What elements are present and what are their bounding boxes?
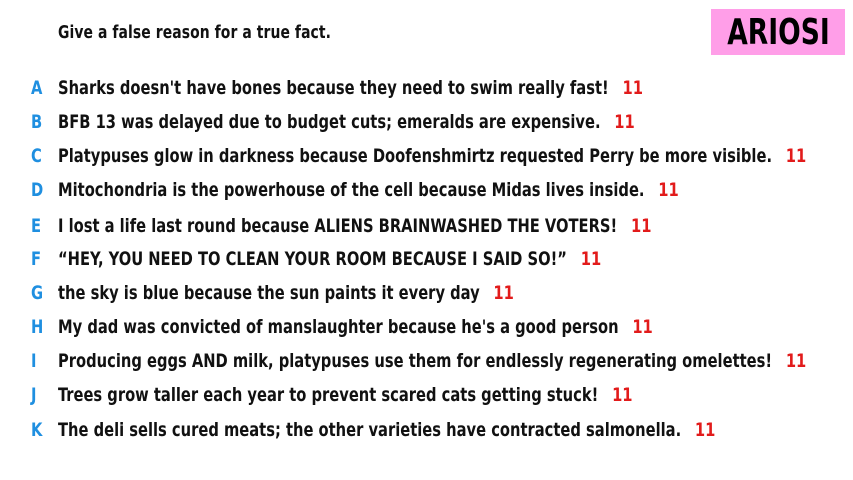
response-content: Mitochondria is the powerhouse of the ce…	[58, 179, 679, 201]
response-letter: F	[31, 248, 42, 270]
response-content: the sky is blue because the sun paints i…	[58, 282, 514, 304]
response-count: 11	[785, 350, 807, 372]
response-count: 11	[612, 384, 633, 406]
response-letter: D	[31, 179, 44, 201]
response-letter: I	[31, 350, 37, 372]
response-content: Sharks doesn't have bones because they n…	[58, 77, 643, 99]
response-text: Producing eggs AND milk, platypuses use …	[58, 350, 773, 372]
response-count: 11	[658, 179, 679, 201]
response-content: Producing eggs AND milk, platypuses use …	[58, 350, 806, 372]
response-text: the sky is blue because the sun paints i…	[58, 282, 480, 304]
response-text: “HEY, YOU NEED TO CLEAN YOUR ROOM BECAUS…	[58, 248, 567, 270]
response-letter: G	[31, 282, 44, 304]
response-count: 11	[493, 282, 514, 304]
response-letter: J	[31, 384, 37, 406]
response-text: My dad was convicted of manslaughter bec…	[58, 316, 619, 338]
response-text: Platypuses glow in darkness because Doof…	[58, 145, 773, 167]
response-text: BFB 13 was delayed due to budget cuts; e…	[58, 111, 601, 133]
response-text: Mitochondria is the powerhouse of the ce…	[58, 179, 645, 201]
response-content: BFB 13 was delayed due to budget cuts; e…	[58, 111, 635, 133]
response-count: 11	[630, 215, 652, 237]
response-letter: E	[31, 215, 42, 237]
response-content: My dad was convicted of manslaughter bec…	[58, 316, 653, 338]
response-count: 11	[785, 145, 807, 167]
response-count: 11	[622, 77, 643, 99]
response-content: I lost a life last round because ALIENS …	[58, 215, 651, 237]
response-content: The deli sells cured meats; the other va…	[58, 419, 715, 441]
response-content: Platypuses glow in darkness because Doof…	[58, 145, 806, 167]
response-letter: A	[31, 77, 43, 99]
response-content: Trees grow taller each year to prevent s…	[58, 384, 633, 406]
response-count: 11	[580, 248, 602, 270]
response-text: Trees grow taller each year to prevent s…	[58, 384, 599, 406]
response-count: 11	[632, 316, 653, 338]
response-text: The deli sells cured meats; the other va…	[58, 419, 682, 441]
response-content: “HEY, YOU NEED TO CLEAN YOUR ROOM BECAUS…	[58, 248, 601, 270]
response-letter: C	[31, 145, 42, 167]
response-text: Sharks doesn't have bones because they n…	[58, 77, 609, 99]
response-count: 11	[694, 419, 716, 441]
response-text: I lost a life last round because ALIENS …	[58, 215, 618, 237]
response-count: 11	[614, 111, 635, 133]
response-letter: B	[31, 111, 43, 133]
response-letter: H	[31, 316, 44, 338]
response-letter: K	[31, 419, 43, 441]
response-list: A Sharks doesn't have bones because they …	[0, 0, 853, 480]
